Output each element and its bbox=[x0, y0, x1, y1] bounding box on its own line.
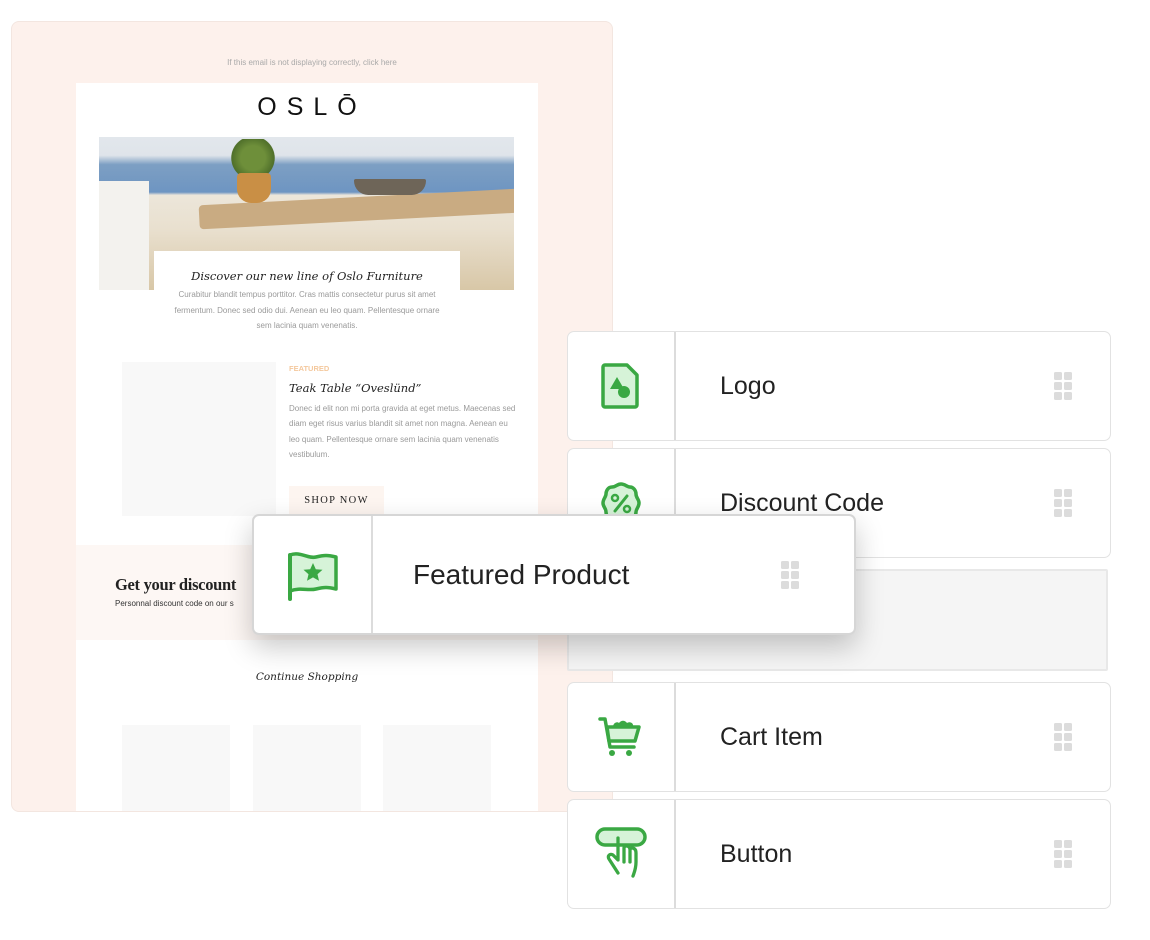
logo-file-icon bbox=[601, 363, 639, 409]
block-label: Button bbox=[720, 839, 793, 868]
product-description: Donec id elit non mi porta gravida at eg… bbox=[289, 404, 516, 459]
continue-shopping-heading: Continue Shopping bbox=[255, 671, 359, 683]
drag-handle-icon[interactable] bbox=[1054, 489, 1072, 517]
block-logo[interactable]: Logo bbox=[567, 331, 1111, 441]
block-cart-item[interactable]: Cart Item bbox=[567, 682, 1111, 792]
hero-pot bbox=[237, 173, 271, 203]
featured-tag: FEATURED bbox=[289, 364, 330, 373]
flag-star-icon bbox=[287, 551, 338, 601]
hero-caption-title: Discover our new line of Oslo Furniture bbox=[191, 269, 423, 283]
dragging-block-featured-product[interactable]: Featured Product bbox=[252, 514, 856, 635]
block-label: Cart Item bbox=[720, 722, 823, 751]
brand-logo: OSLŌ bbox=[257, 93, 367, 121]
drag-handle-icon[interactable] bbox=[781, 560, 799, 589]
email-preview: If this email is not displaying correctl… bbox=[11, 21, 613, 812]
block-label: Featured Product bbox=[413, 558, 630, 590]
discount-subtitle: Personnal discount code on our s bbox=[115, 599, 234, 608]
block-label: Logo bbox=[720, 371, 776, 400]
hero-plant bbox=[229, 139, 277, 177]
product-title: Teak Table “Oveslünd” bbox=[289, 381, 422, 395]
product-placeholder bbox=[122, 725, 230, 811]
drag-handle-icon[interactable] bbox=[1054, 840, 1072, 868]
hero-bowl bbox=[354, 179, 426, 195]
product-placeholder bbox=[383, 725, 491, 811]
preheader-link[interactable]: If this email is not displaying correctl… bbox=[12, 58, 612, 67]
drag-handle-icon[interactable] bbox=[1054, 372, 1072, 400]
cart-icon bbox=[598, 717, 641, 756]
drag-handle-icon[interactable] bbox=[1054, 723, 1072, 751]
product-image-placeholder bbox=[122, 362, 276, 516]
shop-now-button[interactable]: SHOP NOW bbox=[289, 486, 384, 516]
product-placeholder bbox=[253, 725, 361, 811]
email-body: OSLŌ Discover our new line of Oslo Furni… bbox=[76, 83, 538, 811]
button-tap-icon bbox=[595, 827, 647, 878]
discount-title: Get your discount bbox=[115, 575, 237, 594]
hero-caption-body: Curabitur blandit tempus porttitor. Cras… bbox=[174, 290, 440, 330]
block-button[interactable]: Button bbox=[567, 799, 1111, 909]
